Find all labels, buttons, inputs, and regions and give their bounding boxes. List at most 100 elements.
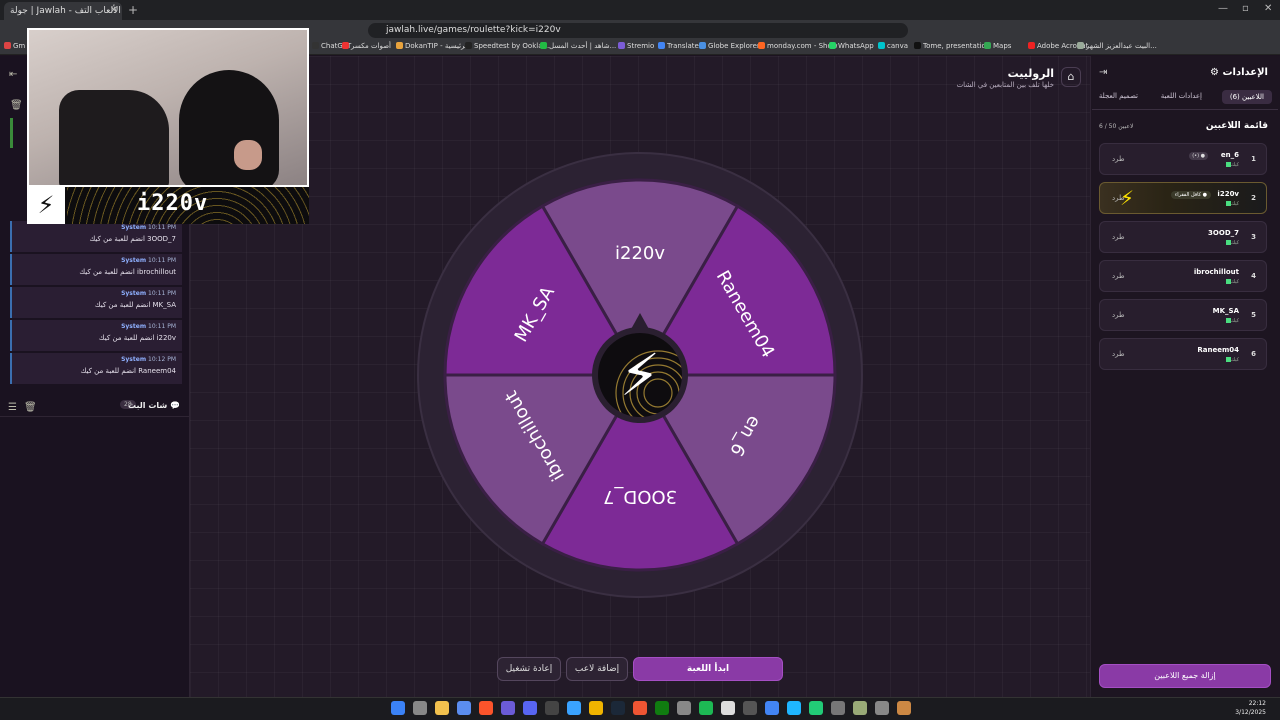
start-game-button[interactable]: ابدأ اللعبة [633,657,783,681]
player-row[interactable]: 4 ibrochillout كيك طرد [1099,260,1267,292]
bookmark-favicon-icon [914,42,921,49]
filter-icon[interactable]: ☰ [8,402,17,413]
home-icon: ⌂ [1067,70,1075,83]
kick-button[interactable]: طرد [1112,233,1125,241]
start-icon[interactable] [391,701,405,715]
app-icon[interactable] [721,701,735,715]
roulette-wheel[interactable]: i220vRaneem04en_63OOD_7ibrochilloutMK_SA… [395,150,885,600]
app-icon[interactable] [897,701,911,715]
bookmark-label: Translate [667,42,699,50]
bookmark-item[interactable]: Globe Explorer [699,42,760,50]
bookmark-favicon-icon [829,42,836,49]
obs-icon[interactable] [545,701,559,715]
mail-icon[interactable] [457,701,471,715]
bookmark-favicon-icon [658,42,665,49]
player-number: 2 [1251,194,1256,202]
message-author: System [121,290,147,297]
app-icon[interactable] [633,701,647,715]
home-button[interactable]: ⌂ [1061,67,1081,87]
spotify-icon[interactable] [699,701,713,715]
bookmark-favicon-icon [396,42,403,49]
hand-shape [234,140,262,170]
system-message: System 10:11 PM MK_SA انضم للعبة من كيك [10,287,182,318]
discord-icon[interactable] [523,701,537,715]
file-explorer-icon[interactable] [435,701,449,715]
bookmark-item[interactable]: Tome, presentation [914,42,990,50]
bolt-icon: ⚡ [620,341,661,409]
player-name: MK_SA [1212,307,1239,315]
player-row[interactable]: 1 en_6 كيك طرد (•) ● [1099,143,1267,175]
player-platform: كيك [1224,357,1239,363]
system-clock: 22:12 3/12/2025 [1235,699,1266,717]
message-text: ibrochillout انضم للعبة من كيك [79,268,176,276]
bookmark-item[interactable]: canva [878,42,908,50]
kick-button[interactable]: طرد [1112,272,1125,280]
collapse-left-icon[interactable]: ⇤ [9,69,17,80]
app-icon[interactable] [743,701,757,715]
bookmark-item[interactable]: أصوات مكسر [342,42,391,50]
player-row[interactable]: 3 3OOD_7 كيك طرد [1099,221,1267,253]
tab-players[interactable]: اللاعبين (6) [1221,90,1272,104]
app-icon[interactable] [501,701,515,715]
bookmark-item[interactable]: Speedtest by Ookla... [465,42,549,50]
system-message: System 10:11 PM 3OOD_7 انضم للعبة من كيك [10,221,182,252]
brave-icon[interactable] [479,701,493,715]
player-number: 3 [1251,233,1256,241]
player-row[interactable]: 6 Raneem04 كيك طرد [1099,338,1267,370]
chrome-icon[interactable] [765,701,779,715]
bookmark-item[interactable]: البيت عبدالعزيز الشهر... [1077,42,1157,50]
bookmark-item[interactable]: DokanTIP - الرئيسية [396,42,469,50]
app-icon[interactable] [853,701,867,715]
bookmark-item[interactable]: Translate [658,42,699,50]
kick-button[interactable]: طرد [1112,311,1125,319]
bookmark-item[interactable]: Stremio [618,42,654,50]
settings-icon[interactable] [875,701,889,715]
tab-wheel-design[interactable]: تصميم العجلة [1099,92,1138,100]
steam-icon[interactable] [611,701,625,715]
xbox-icon[interactable] [655,701,669,715]
close-icon[interactable]: ✕ [110,5,118,16]
bookmark-item[interactable]: Gm [4,42,25,50]
tab-game-settings[interactable]: إعدادات اللعبة [1161,92,1202,100]
player-row[interactable]: 5 MK_SA كيك طرد [1099,299,1267,331]
app-icon[interactable] [809,701,823,715]
restart-button[interactable]: إعادة تشغيل [497,657,561,681]
player-platform: كيك [1224,240,1239,246]
app-icon[interactable] [787,701,801,715]
message-text: 3OOD_7 انضم للعبة من كيك [89,235,176,243]
search-icon[interactable] [413,701,427,715]
kick-button[interactable]: طرد [1112,350,1125,358]
collapse-right-icon[interactable]: ⇥ [1099,67,1107,78]
bookmark-favicon-icon [618,42,625,49]
bookmark-label: Speedtest by Ookla... [474,42,550,50]
clear-chat-icon[interactable]: 🗑 [24,402,37,413]
browser-tab[interactable]: جولة | Jawlah - منصة الألعاب التف... ✕ [4,2,122,20]
player-platform: كيك [1224,318,1239,324]
bookmark-label: Gm [13,42,26,50]
app-icon[interactable] [567,701,581,715]
trash-icon[interactable]: 🗑 [10,100,23,111]
player-row[interactable]: 2 i220v كيك طرد ● كافل الفقراء ⚡ [1099,182,1267,214]
bookmark-item[interactable]: monday.com - Show [758,42,837,50]
kick-button[interactable]: طرد [1112,155,1125,163]
minimize-icon[interactable]: — [1218,3,1228,14]
app-icon[interactable] [677,701,691,715]
remove-all-players-button[interactable]: إزالة جميع اللاعبين [1099,664,1271,688]
player-platform: كيك [1224,201,1239,207]
bookmark-item[interactable]: WhatsApp [829,42,874,50]
system-message: System 10:12 PM Raneem04 انضم للعبة من كي… [10,353,182,384]
add-player-button[interactable]: إضافة لاعب [566,657,628,681]
maximize-icon[interactable]: ▫ [1242,3,1249,14]
bookmark-item[interactable]: شاهد | أحدث المسل... [540,42,616,50]
app-icon[interactable] [589,701,603,715]
bookmark-favicon-icon [878,42,885,49]
new-tab-icon[interactable]: + [128,3,138,17]
app-icon[interactable] [831,701,845,715]
message-meta: System 10:11 PM [18,290,176,297]
streamer-name: i220v [137,191,209,216]
bookmark-item[interactable]: Maps [984,42,1011,50]
host-badge: ● كافل الفقراء [1170,191,1211,199]
window-close-icon[interactable]: ✕ [1264,3,1272,14]
message-text: MK_SA انضم للعبة من كيك [94,301,176,309]
address-bar[interactable]: jawlah.live/games/roulette?kick=i220v [368,23,908,38]
